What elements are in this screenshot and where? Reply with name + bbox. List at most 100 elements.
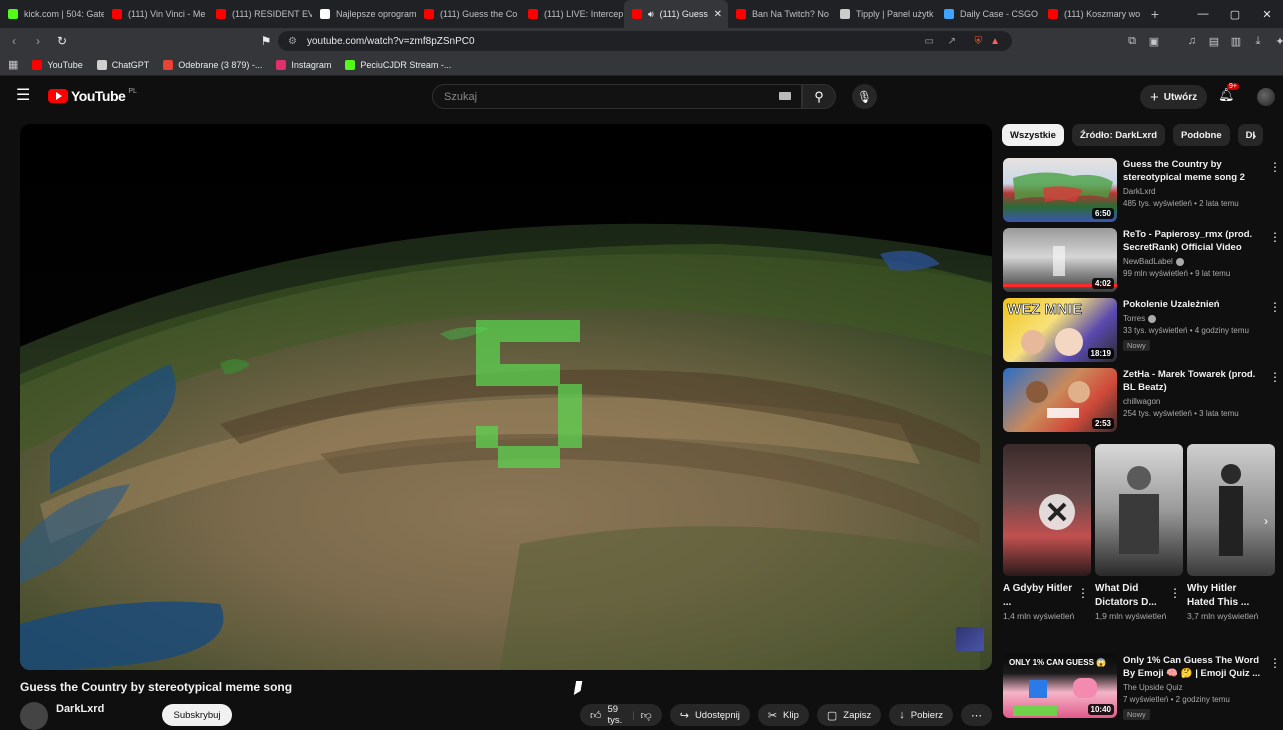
bookmark-item[interactable]: ChatGPT — [96, 59, 149, 70]
browser-tab-active[interactable]: 🔊︎ (111) Guess ✕ — [624, 0, 728, 28]
extension-icon[interactable]: ⧉ — [1124, 35, 1140, 48]
search-button[interactable]: ⚲ — [802, 84, 836, 109]
chip-from-channel[interactable]: Źródło: DarkLxrd — [1071, 124, 1165, 146]
share-button[interactable]: ↪ Udostępnij — [669, 704, 750, 726]
apps-icon[interactable]: ▦ — [8, 58, 18, 71]
recommended-video[interactable]: 2:53 ZetHa - Marek Towarek (prod. BL Bea… — [1003, 368, 1283, 432]
wallet-icon[interactable]: ▣ — [1146, 35, 1162, 48]
create-button[interactable]: + Utwórz — [1140, 85, 1208, 109]
like-button[interactable]: 👍︎ 59 tys. | 👎︎ — [580, 704, 662, 726]
browser-tab[interactable]: kick.com | 504: Gate — [0, 0, 104, 28]
tab-favicon — [528, 9, 538, 19]
short-thumbnail[interactable] — [1095, 444, 1183, 576]
short-item[interactable]: Why Hitler Hated This ... 3,7 mln wyświe… — [1187, 444, 1275, 622]
leo-icon[interactable]: ✦ — [1272, 35, 1283, 48]
site-info-icon[interactable]: ⚙ — [288, 36, 297, 47]
more-vertical-icon[interactable]: ⋮ — [1269, 300, 1281, 314]
video-thumbnail[interactable]: WEZ MNIE 18:19 — [1003, 298, 1117, 362]
recommended-video[interactable]: 6:50 Guess the Country by stereotypical … — [1003, 158, 1283, 222]
video-title: Guess the Country by stereotypical meme … — [1123, 159, 1245, 183]
browser-tab[interactable]: (111) Vin Vinci - Me — [104, 0, 208, 28]
wallet-icon[interactable]: ▥ — [1228, 35, 1244, 48]
speaker-icon[interactable]: 🔊︎ — [648, 9, 654, 20]
more-vertical-icon[interactable]: ⋮ — [1269, 160, 1281, 174]
brave-shield-icon[interactable]: ⛨ — [975, 36, 983, 47]
short-item[interactable]: What Did Dictators D... 1,9 mln wyświetl… — [1095, 444, 1183, 622]
video-info: Pokolenie Uzależnień Torres 33 tys. wyśw… — [1123, 298, 1263, 353]
menu-icon[interactable]: ☰ — [16, 88, 32, 104]
search-input[interactable]: Szukaj — [432, 84, 802, 109]
channel-name: Torres — [1123, 314, 1263, 323]
bookmark-item[interactable]: Odebrane (3 879) -... — [163, 59, 262, 70]
sidebar-icon[interactable]: ▤ — [1206, 35, 1222, 48]
thumbnail-caption: ONLY 1% CAN GUESS 😱 — [1009, 658, 1107, 667]
music-icon[interactable]: ♫ — [1184, 35, 1200, 47]
video-thumbnail[interactable]: 6:50 — [1003, 158, 1117, 222]
chip-related[interactable]: Podobne — [1173, 124, 1230, 146]
more-actions-button[interactable]: ⋯ — [961, 704, 992, 726]
video-thumbnail[interactable]: 2:53 — [1003, 368, 1117, 432]
channel-watermark[interactable] — [956, 627, 984, 651]
video-thumbnail[interactable]: ONLY 1% CAN GUESS 😱 10:40 — [1003, 654, 1117, 718]
share-icon[interactable]: ↗ — [948, 36, 956, 47]
tab-favicon — [840, 9, 850, 19]
close-tab-icon[interactable]: ✕ — [714, 9, 722, 20]
reload-icon[interactable]: ↻ — [52, 34, 72, 48]
address-bar[interactable]: ⚙ youtube.com/watch?v=zmf8pZSnPC0 ▭ ↗ ⛨ … — [278, 31, 1012, 51]
channel-avatar[interactable] — [20, 702, 48, 730]
chip-more[interactable]: Dl — [1237, 124, 1264, 146]
youtube-icon — [32, 59, 43, 70]
recommended-video[interactable]: ONLY 1% CAN GUESS 😱 10:40 Only 1% Can Gu… — [1003, 654, 1283, 720]
save-button[interactable]: ▢ Zapisz — [816, 704, 882, 726]
voice-search-button[interactable]: 🎙︎ — [852, 84, 877, 109]
maximize-icon[interactable]: ▢ — [1219, 8, 1251, 21]
minimize-icon[interactable]: — — [1187, 8, 1219, 20]
keyboard-icon[interactable] — [779, 92, 791, 100]
recommended-video[interactable]: 4:02 ReTo - Papierosy_rmx (prod. SecretR… — [1003, 228, 1283, 292]
more-vertical-icon[interactable]: ⋮ — [1269, 656, 1281, 670]
more-vertical-icon[interactable]: ⋮ — [1269, 370, 1281, 384]
bookmark-item[interactable]: PeciuCJDR Stream -... — [345, 59, 451, 70]
recommended-video[interactable]: WEZ MNIE 18:19 Pokolenie Uzależnień Torr… — [1003, 298, 1283, 362]
browser-tab[interactable]: Najlepsze oprogram — [312, 0, 416, 28]
verified-icon — [1148, 314, 1157, 323]
video-thumbnail[interactable]: 4:02 — [1003, 228, 1117, 292]
download-icon[interactable]: ⤓ — [1250, 35, 1266, 48]
more-vertical-icon[interactable]: ⋮ — [1169, 586, 1181, 600]
cast-icon[interactable]: ▭ — [925, 36, 934, 47]
new-tab-button[interactable]: + — [1144, 6, 1166, 22]
new-badge: Nowy — [1123, 709, 1150, 720]
browser-tab[interactable]: (111) RESIDENT EVI — [208, 0, 312, 28]
short-thumbnail[interactable] — [1003, 444, 1091, 576]
chevron-right-icon[interactable]: › — [1252, 128, 1256, 143]
bookmark-item[interactable]: YouTube — [32, 59, 83, 70]
bookmark-icon[interactable]: ⚑ — [256, 34, 276, 48]
recommendation-filter-chips: Wszystkie Źródło: DarkLxrd Podobne Dl — [1002, 124, 1283, 146]
video-player[interactable] — [20, 124, 992, 670]
short-thumbnail[interactable] — [1187, 444, 1275, 576]
close-window-icon[interactable]: ✕ — [1251, 8, 1283, 21]
rewards-icon[interactable]: ▲ — [990, 36, 1000, 47]
browser-tab[interactable]: Daily Case - CSGO — [936, 0, 1040, 28]
youtube-logo[interactable]: YouTube PL — [48, 88, 137, 104]
browser-tab[interactable]: (111) LIVE: Intercep — [520, 0, 624, 28]
clip-button[interactable]: ✂ Klip — [757, 704, 809, 726]
notifications-button[interactable]: 🔔︎ 9+ — [1218, 83, 1239, 103]
more-vertical-icon[interactable]: ⋮ — [1077, 586, 1089, 600]
browser-tab[interactable]: (111) Guess the Co — [416, 0, 520, 28]
download-button[interactable]: ↓ Pobierz — [889, 704, 953, 726]
video-title: Pokolenie Uzależnień — [1123, 299, 1220, 310]
avatar[interactable] — [1257, 88, 1275, 106]
chevron-right-icon[interactable]: › — [1264, 514, 1268, 528]
back-icon[interactable]: ‹ — [4, 34, 24, 48]
forward-icon[interactable]: › — [28, 34, 48, 48]
more-vertical-icon[interactable]: ⋮ — [1269, 230, 1281, 244]
browser-tab[interactable]: (111) Koszmary wo — [1040, 0, 1144, 28]
subscribe-button[interactable]: Subskrybuj — [162, 704, 232, 726]
bookmark-item[interactable]: Instagram — [276, 59, 331, 70]
chip-all[interactable]: Wszystkie — [1002, 124, 1064, 146]
short-item[interactable]: A Gdyby Hitler ... 1,4 mln wyświetleń ⋮ — [1003, 444, 1091, 622]
channel-name[interactable]: DarkLxrd — [56, 703, 104, 715]
browser-tab[interactable]: Tipply | Panel użytk — [832, 0, 936, 28]
browser-tab[interactable]: Ban Na Twitch? No — [728, 0, 832, 28]
